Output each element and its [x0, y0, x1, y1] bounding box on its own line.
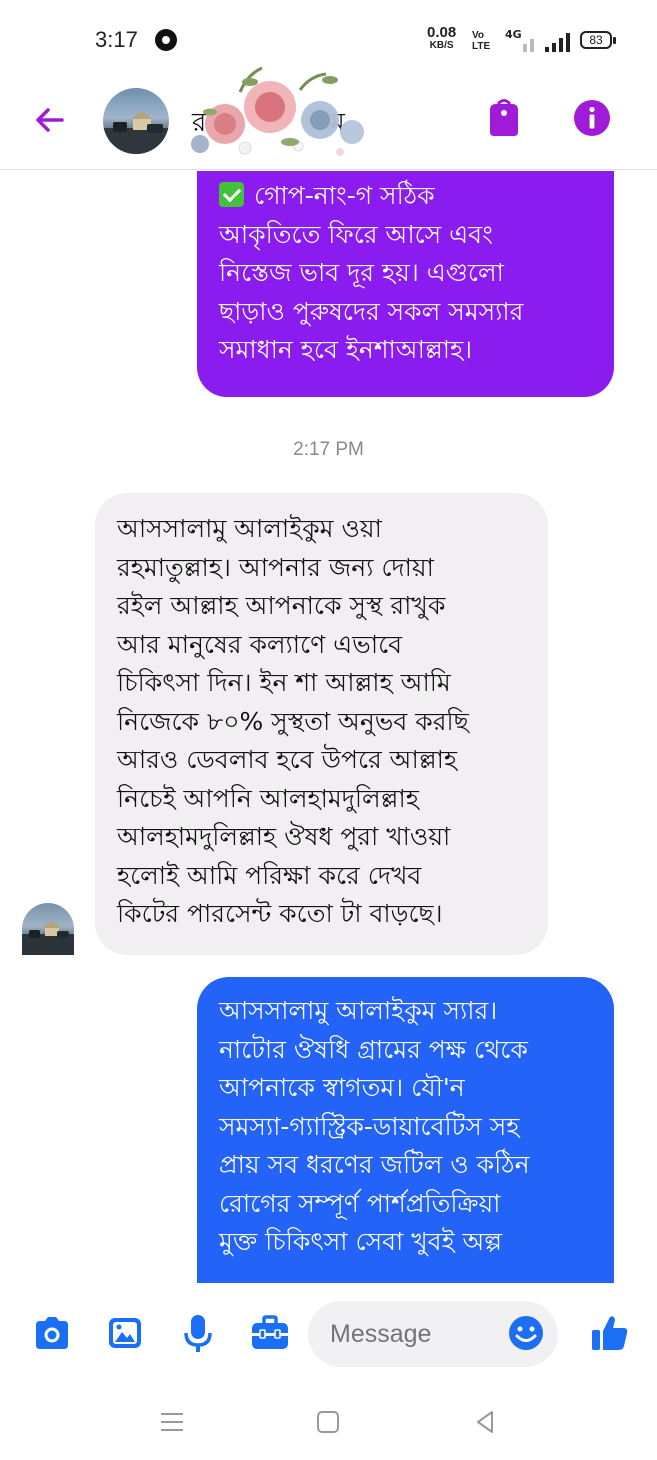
- message-line: হয়: [219, 171, 247, 180]
- message-line: আরও ডেবলাব হবে উপরে আল্লাহ: [117, 745, 458, 774]
- battery-icon: 83: [580, 31, 616, 49]
- chat-header: রম: [0, 66, 657, 170]
- camera-icon[interactable]: [30, 1311, 74, 1355]
- message-line: কিটের পারসেন্ট কতো টা বাড়ছে।: [117, 899, 443, 928]
- microphone-icon[interactable]: [176, 1311, 220, 1355]
- back-arrow-icon[interactable]: [30, 100, 70, 140]
- gallery-icon[interactable]: [103, 1311, 147, 1355]
- network-speed: 0.08 KB/S: [427, 25, 456, 52]
- network-speed-unit: KB/S: [429, 40, 454, 51]
- message-line: সমাধান হবে ইনশাআল্লাহ।: [219, 335, 473, 364]
- message-line: রইল আল্লাহ আপনাকে সুস্থ রাখুক: [117, 591, 446, 620]
- message-timestamp: 2:17 PM: [293, 439, 364, 460]
- message-line: রোগের সম্পূর্ণ পার্শপ্রতিক্রিয়া: [219, 1188, 501, 1218]
- message-line: ছাড়াও পুরুষদের সকল সমস্যার: [219, 296, 524, 326]
- message-line: রহমাতুল্লাহ। আপনার জন্য দোয়া: [117, 552, 434, 582]
- signal-sim1-icon: [523, 30, 534, 52]
- message-line: আকৃতিতে ফিরে আসে এবং: [219, 219, 493, 249]
- status-time: 3:17: [95, 27, 138, 52]
- message-line: আপনাকে স্বাগতম। যৌ'ন: [219, 1073, 465, 1102]
- briefcase-icon[interactable]: [248, 1311, 292, 1355]
- message-line: প্রায় সব ধরণের জটিল ও কঠিন: [219, 1150, 530, 1179]
- menu-icon[interactable]: [157, 1407, 187, 1437]
- notification-app-icon: [155, 29, 177, 51]
- outgoing-message-bubble[interactable]: আসসালামু আলাইকুম স্যার। নাটোর ঔষধি গ্রাম…: [197, 977, 614, 1283]
- message-line: নাটোর ঔষধি গ্রামের পক্ষ থেকে: [219, 1034, 528, 1064]
- volte-indicator: Vo LTE: [472, 30, 490, 52]
- message-line: আর মানুষের কল্যাণে এভাবে: [117, 629, 403, 659]
- message-line: নিস্তেজ ভাব দূর হয়। এগুলো: [219, 258, 504, 287]
- volte-bottom: LTE: [472, 41, 491, 52]
- contact-avatar[interactable]: [103, 88, 169, 154]
- message-composer: [0, 1283, 657, 1385]
- message-line: গোপ-নাং-গ সঠিক: [254, 181, 435, 210]
- message-line: নিচেই আপনি আলহামদুলিল্লাহ: [117, 783, 419, 813]
- check-mark-icon: [219, 182, 244, 207]
- message-line: হলোই আমি পরিক্ষা করে দেখব: [117, 860, 422, 890]
- sender-avatar[interactable]: [22, 903, 74, 955]
- flower-sticker-overlay: [191, 66, 364, 156]
- volte-top: Vo: [472, 30, 485, 41]
- message-line: মুক্ত চিকিৎসা সেবা খুবই অল্প: [219, 1227, 503, 1256]
- network-type: 4G: [505, 28, 522, 41]
- message-line: চিকিৎসা দিন। ইন শা আল্লাহ আমি: [117, 668, 451, 697]
- message-line: আসসালামু আলাইকুম স্যার।: [219, 996, 498, 1025]
- signal-sim2-icon: [545, 30, 570, 52]
- home-icon[interactable]: [313, 1407, 343, 1437]
- info-icon[interactable]: [572, 98, 612, 138]
- emoji-icon[interactable]: [507, 1314, 545, 1352]
- thumbs-up-icon[interactable]: [590, 1313, 630, 1353]
- message-line: সমস্যা-গ্যাস্ট্রিক-ডায়াবেটিস সহ: [219, 1111, 520, 1141]
- tag-icon[interactable]: [486, 98, 522, 138]
- message-line: আলহামদুলিল্লাহ ঔষধ পুরা খাওয়া: [117, 822, 451, 851]
- message-line: আসসালামু আলাইকুম ওয়া: [117, 514, 382, 543]
- back-icon[interactable]: [470, 1407, 500, 1437]
- message-list[interactable]: হয় গোপ-নাং-গ সঠিক আকৃতিতে ফিরে আসে এবং …: [0, 171, 657, 1283]
- system-navigation-bar: [0, 1385, 657, 1460]
- outgoing-message-bubble[interactable]: হয় গোপ-নাং-গ সঠিক আকৃতিতে ফিরে আসে এবং …: [197, 171, 614, 397]
- message-line: নিজেকে ৮০% সুস্থতা অনুভব করছি: [117, 706, 469, 736]
- incoming-message-bubble[interactable]: আসসালামু আলাইকুম ওয়া রহমাতুল্লাহ। আপনার…: [95, 493, 548, 955]
- message-line-with-check: গোপ-নাং-গ সঠিক: [219, 177, 596, 216]
